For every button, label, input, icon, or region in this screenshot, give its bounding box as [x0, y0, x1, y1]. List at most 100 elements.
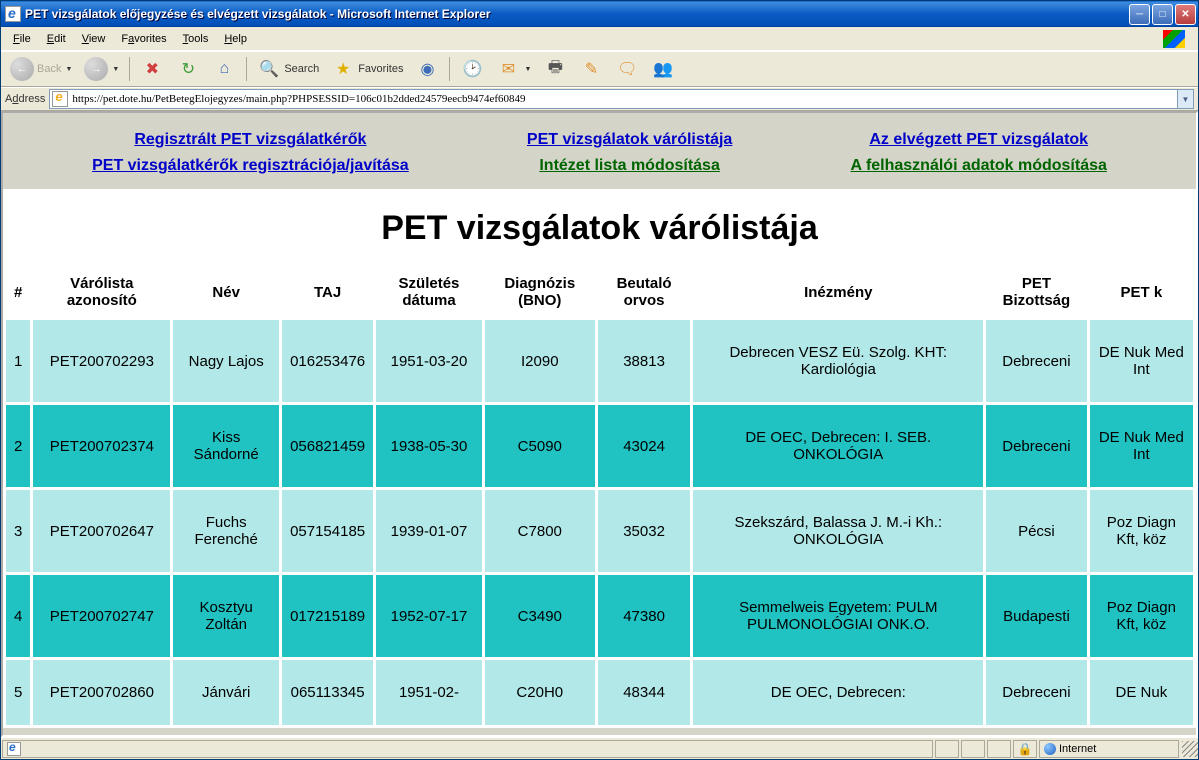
- cell-num: 1: [6, 320, 30, 402]
- cell-num: 2: [6, 405, 30, 487]
- toolbar: ← Back ▼ → ▼ ✖ ↻ ⌂ 🔍 Search ★ Favorites …: [1, 51, 1198, 87]
- address-dropdown-button[interactable]: ▼: [1177, 90, 1193, 108]
- col-taj: TAJ: [282, 267, 373, 317]
- menu-tools[interactable]: Tools: [175, 30, 217, 48]
- window-title: PET vizsgálatok előjegyzése és elvégzett…: [25, 7, 1129, 21]
- close-button[interactable]: ✕: [1175, 4, 1196, 25]
- toolbar-separator: [449, 57, 450, 81]
- history-icon: 🕑: [460, 57, 484, 81]
- mail-button[interactable]: ✉▼: [491, 53, 536, 85]
- menu-favorites[interactable]: Favorites: [113, 30, 174, 48]
- col-waitlist-id: Várólista azonosító: [33, 267, 170, 317]
- favorites-label: Favorites: [358, 63, 403, 75]
- home-button[interactable]: ⌂: [207, 53, 241, 85]
- link-completed-exams[interactable]: Az elvégzett PET vizsgálatok: [851, 131, 1107, 149]
- table-row[interactable]: 4PET200702747Kosztyu Zoltán0172151891952…: [6, 575, 1193, 657]
- link-waitlist[interactable]: PET vizsgálatok várólistája: [527, 131, 732, 149]
- cell-inst: Semmelweis Egyetem: PULM PULMONOLÓGIAI O…: [693, 575, 983, 657]
- cell-comm: Budapesti: [986, 575, 1087, 657]
- cell-diag: I2090: [485, 320, 595, 402]
- stop-button[interactable]: ✖: [135, 53, 169, 85]
- cell-dob: 1938-05-30: [376, 405, 482, 487]
- cell-petk: Poz Diagn Kft, köz: [1090, 575, 1193, 657]
- back-icon: ←: [10, 57, 34, 81]
- table-row[interactable]: 5PET200702860Jánvári0651133451951-02-C20…: [6, 660, 1193, 725]
- col-referrer: Beutaló orvos: [598, 267, 691, 317]
- cell-petk: DE Nuk Med Int: [1090, 405, 1193, 487]
- cell-wid: PET200702747: [33, 575, 170, 657]
- cell-inst: Debrecen VESZ Eü. Szolg. KHT: Kardiológi…: [693, 320, 983, 402]
- menu-edit[interactable]: Edit: [39, 30, 74, 48]
- cell-comm: Debreceni: [986, 320, 1087, 402]
- status-bar: 🔒 Internet: [1, 737, 1198, 759]
- cell-ref: 47380: [598, 575, 691, 657]
- maximize-button[interactable]: □: [1152, 4, 1173, 25]
- link-requester-registration[interactable]: PET vizsgálatkérők regisztrációja/javítá…: [92, 157, 409, 175]
- cell-num: 5: [6, 660, 30, 725]
- favorites-button[interactable]: ★ Favorites: [326, 53, 408, 85]
- cell-dob: 1951-03-20: [376, 320, 482, 402]
- minimize-button[interactable]: ─: [1129, 4, 1150, 25]
- messenger-button[interactable]: 👥: [646, 53, 680, 85]
- resize-grip[interactable]: [1182, 741, 1198, 757]
- history-button[interactable]: 🕑: [455, 53, 489, 85]
- forward-icon: →: [84, 57, 108, 81]
- cell-taj: 065113345: [282, 660, 373, 725]
- cell-comm: Debreceni: [986, 405, 1087, 487]
- search-button[interactable]: 🔍 Search: [252, 53, 324, 85]
- table-row[interactable]: 1PET200702293Nagy Lajos0162534761951-03-…: [6, 320, 1193, 402]
- ie-throbber-icon: [1154, 28, 1194, 50]
- back-dropdown-icon: ▼: [65, 66, 72, 73]
- link-institute-list-edit[interactable]: Intézet lista módosítása: [527, 157, 732, 175]
- refresh-button[interactable]: ↻: [171, 53, 205, 85]
- edit-icon: ✎: [579, 57, 603, 81]
- address-label: Address: [5, 93, 45, 105]
- address-input-wrap: ▼: [49, 89, 1194, 109]
- col-diagnosis: Diagnózis (BNO): [485, 267, 595, 317]
- media-button[interactable]: ◉: [410, 53, 444, 85]
- address-input[interactable]: [70, 93, 1177, 105]
- cell-wid: PET200702860: [33, 660, 170, 725]
- cell-petk: DE Nuk: [1090, 660, 1193, 725]
- cell-ref: 48344: [598, 660, 691, 725]
- globe-icon: [1044, 743, 1056, 755]
- cell-diag: C20H0: [485, 660, 595, 725]
- cell-diag: C3490: [485, 575, 595, 657]
- window-buttons: ─ □ ✕: [1129, 4, 1196, 25]
- cell-ref: 35032: [598, 490, 691, 572]
- page-body: Regisztrált PET vizsgálatkérők PET vizsg…: [3, 113, 1196, 728]
- table-row[interactable]: 3PET200702647Fuchs Ferenché0571541851939…: [6, 490, 1193, 572]
- cell-wid: PET200702374: [33, 405, 170, 487]
- back-button[interactable]: ← Back ▼: [5, 53, 77, 85]
- cell-ref: 43024: [598, 405, 691, 487]
- lock-icon: 🔒: [1018, 742, 1033, 756]
- search-icon: 🔍: [257, 57, 281, 81]
- cell-diag: C7800: [485, 490, 595, 572]
- table-row[interactable]: 2PET200702374Kiss Sándorné0568214591938-…: [6, 405, 1193, 487]
- content-scroll[interactable]: Regisztrált PET vizsgálatkérők PET vizsg…: [3, 113, 1196, 735]
- cell-taj: 017215189: [282, 575, 373, 657]
- col-committee: PET Bizottság: [986, 267, 1087, 317]
- menu-help[interactable]: Help: [216, 30, 255, 48]
- mail-dropdown-icon: ▼: [524, 66, 531, 73]
- cell-wid: PET200702293: [33, 320, 170, 402]
- cell-name: Kiss Sándorné: [173, 405, 279, 487]
- cell-wid: PET200702647: [33, 490, 170, 572]
- link-user-data-edit[interactable]: A felhasználói adatok módosítása: [851, 157, 1107, 175]
- cell-name: Kosztyu Zoltán: [173, 575, 279, 657]
- menu-file[interactable]: File: [5, 30, 39, 48]
- toolbar-separator: [246, 57, 247, 81]
- link-registered-requesters[interactable]: Regisztrált PET vizsgálatkérők: [92, 131, 409, 149]
- menu-view[interactable]: View: [74, 30, 114, 48]
- print-button[interactable]: 🖶: [538, 53, 572, 85]
- discuss-icon: 🗨: [615, 57, 639, 81]
- menu-bar: File Edit View Favorites Tools Help: [1, 27, 1198, 51]
- forward-button[interactable]: → ▼: [79, 53, 124, 85]
- toolbar-separator: [129, 57, 130, 81]
- edit-button[interactable]: ✎: [574, 53, 608, 85]
- col-petk: PET k: [1090, 267, 1193, 317]
- discuss-button[interactable]: 🗨: [610, 53, 644, 85]
- status-zone: Internet: [1039, 740, 1179, 758]
- search-label: Search: [284, 63, 319, 75]
- table-header-row: # Várólista azonosító Név TAJ Születés d…: [6, 267, 1193, 317]
